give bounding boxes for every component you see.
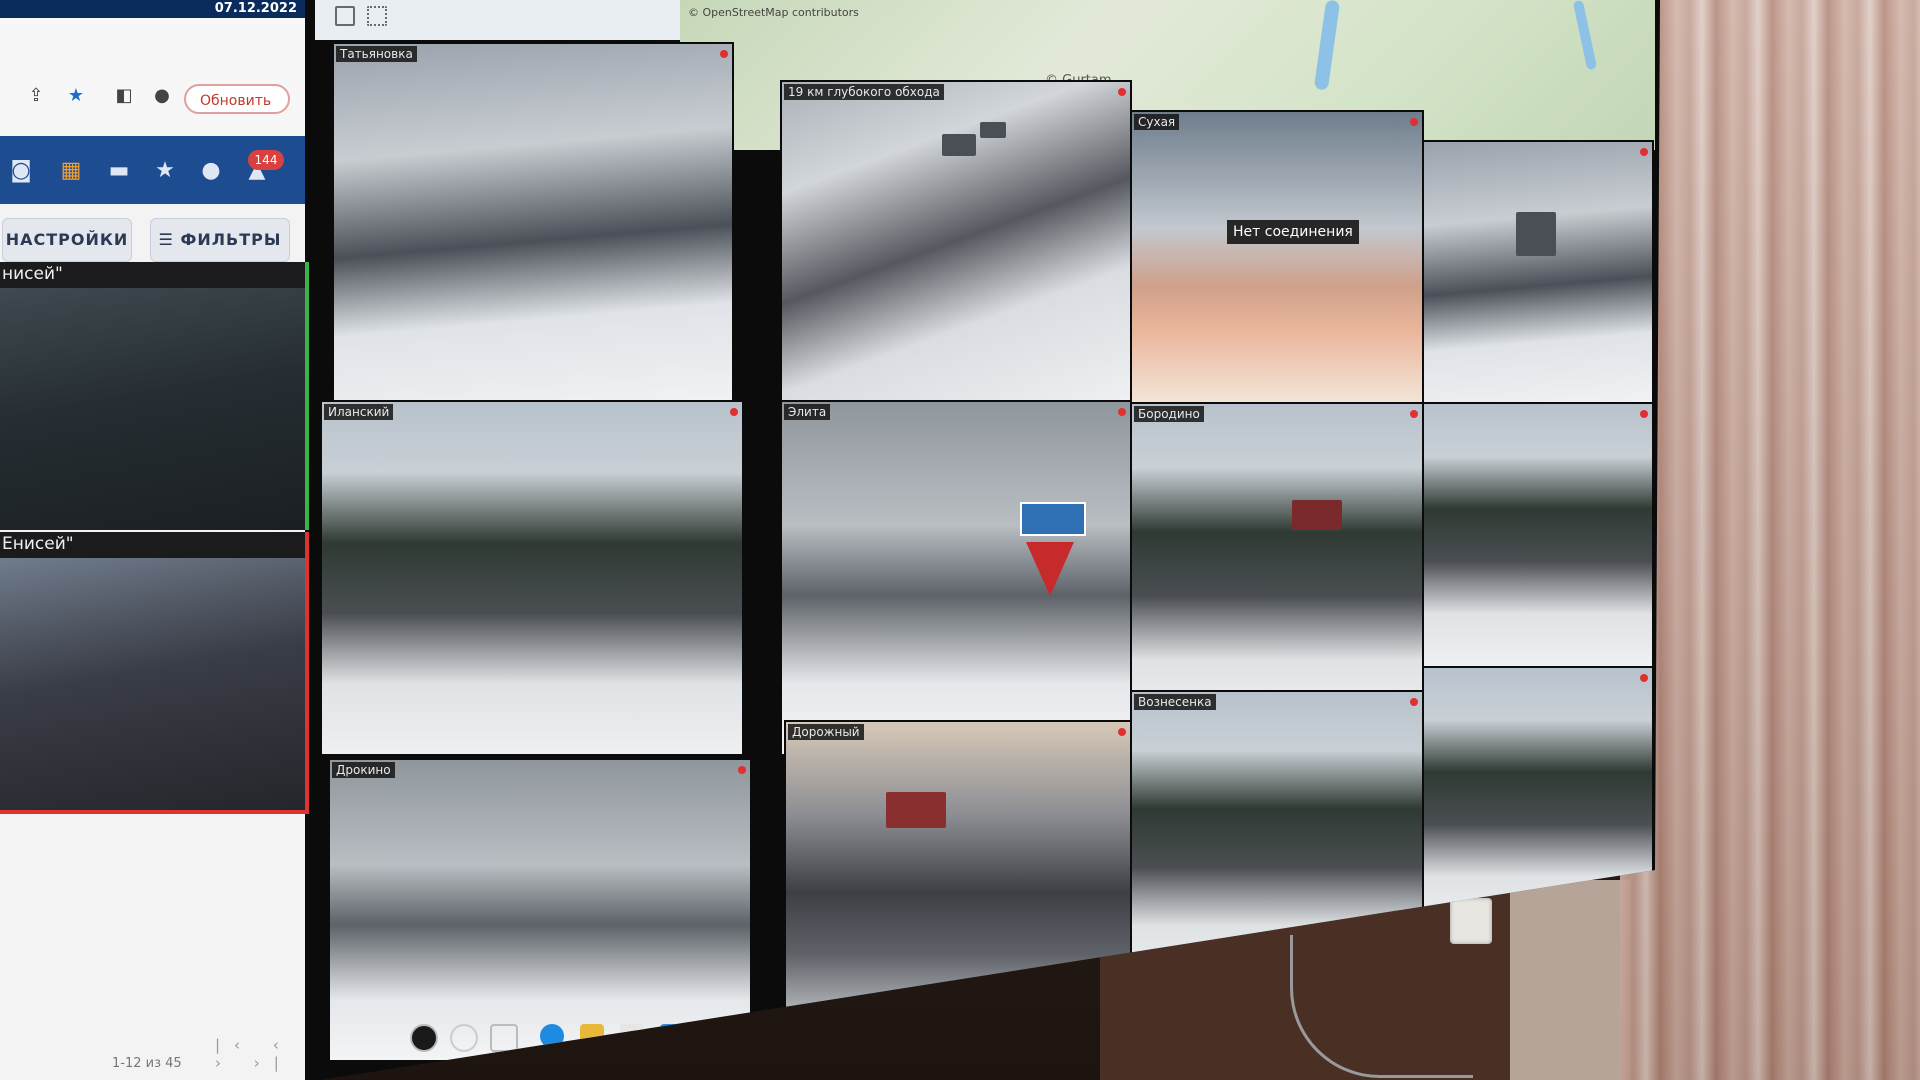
grid-icon[interactable]: ▦ bbox=[58, 158, 84, 184]
truck-icon[interactable]: ▬ bbox=[106, 158, 132, 184]
star-icon[interactable]: ★ bbox=[152, 158, 178, 184]
camera-tile[interactable]: Сухая Нет соединения bbox=[1130, 110, 1424, 404]
camera-label: Енисей" bbox=[2, 534, 74, 554]
camera-feed bbox=[0, 558, 305, 810]
user-icon[interactable]: ● bbox=[198, 158, 224, 184]
no-connection-label: Нет соединения bbox=[1227, 220, 1359, 244]
camera-label: Дрокино bbox=[332, 762, 395, 778]
recording-dot bbox=[1410, 410, 1418, 418]
camera-label: нисей" bbox=[2, 264, 63, 284]
map-attribution[interactable]: © OpenStreetMap contributors bbox=[688, 6, 859, 19]
camera-tile[interactable] bbox=[1422, 140, 1654, 404]
filters-label: ФИЛЬТРЫ bbox=[180, 230, 282, 249]
camera-icon[interactable]: ◙ bbox=[8, 158, 34, 184]
wall-trim bbox=[1510, 880, 1630, 1080]
recording-dot bbox=[1410, 698, 1418, 706]
sidebar-icon[interactable]: ◧ bbox=[114, 86, 134, 106]
date-label: 07.12.2022 bbox=[214, 1, 297, 16]
browser-bar: ⇪ ★ ◧ ● Обновить bbox=[0, 18, 305, 136]
recording-dot bbox=[730, 408, 738, 416]
camera-tile[interactable]: Бородино bbox=[1130, 402, 1424, 726]
camera-feed bbox=[0, 288, 305, 530]
truck-in-feed bbox=[980, 122, 1006, 138]
recording-dot bbox=[738, 766, 746, 774]
camera-tile[interactable]: 19 км глубокого обхода bbox=[780, 80, 1132, 402]
camera-tile[interactable]: Элита bbox=[780, 400, 1132, 756]
pager-arrows[interactable]: |‹ ‹ › ›| bbox=[215, 1036, 305, 1072]
tab-panel-icon[interactable] bbox=[335, 6, 355, 26]
task-view-icon[interactable] bbox=[490, 1024, 518, 1052]
pager-label: 1-12 из 45 bbox=[112, 1056, 182, 1071]
road-sign-yield bbox=[1026, 542, 1074, 596]
camera-label: 19 км глубокого обхода bbox=[784, 84, 944, 100]
share-icon[interactable]: ⇪ bbox=[26, 86, 46, 106]
recording-dot bbox=[1410, 118, 1418, 126]
recording-dot bbox=[1118, 408, 1126, 416]
filter-icon: ☰ bbox=[158, 230, 181, 249]
camera-label: Татьяновка bbox=[336, 46, 417, 62]
side-camera-tile[interactable]: нисей" bbox=[0, 262, 309, 530]
truck-in-feed bbox=[942, 134, 976, 156]
filters-button[interactable]: ☰ ФИЛЬТРЫ bbox=[150, 218, 290, 262]
truck-in-feed bbox=[1516, 212, 1556, 256]
camera-label: Элита bbox=[784, 404, 831, 420]
left-panel: 07.12.2022 ⇪ ★ ◧ ● Обновить ◙ ▦ ▬ ★ ● ▲ … bbox=[0, 0, 309, 1080]
star-icon[interactable]: ★ bbox=[66, 86, 86, 106]
recording-dot bbox=[1118, 728, 1126, 736]
apps-grid-icon[interactable] bbox=[367, 6, 387, 26]
notification-badge: 144 bbox=[248, 150, 284, 170]
search-icon[interactable] bbox=[410, 1024, 438, 1052]
update-button[interactable]: Обновить bbox=[184, 84, 290, 114]
cortana-icon[interactable] bbox=[450, 1024, 478, 1052]
camera-label: Дорожный bbox=[788, 724, 864, 740]
camera-label: Сухая bbox=[1134, 114, 1180, 130]
recording-dot bbox=[1640, 148, 1648, 156]
truck-in-feed bbox=[1292, 500, 1342, 530]
profile-icon[interactable]: ● bbox=[152, 86, 172, 106]
truck-in-feed bbox=[886, 792, 946, 828]
date-bar: 07.12.2022 bbox=[0, 0, 305, 18]
camera-tile[interactable] bbox=[1422, 402, 1654, 668]
camera-label-bar: нисей" bbox=[0, 262, 305, 288]
camera-label-bar: Енисей" bbox=[0, 532, 305, 558]
camera-tile[interactable]: Татьяновка bbox=[332, 42, 734, 402]
camera-label: Вознесенка bbox=[1134, 694, 1216, 710]
recording-dot bbox=[1118, 88, 1126, 96]
camera-tile[interactable]: Иланский bbox=[320, 400, 744, 756]
recording-dot bbox=[1640, 410, 1648, 418]
recording-dot bbox=[720, 50, 728, 58]
side-camera-tile[interactable]: Енисей" bbox=[0, 532, 309, 814]
camera-label: Бородино bbox=[1134, 406, 1204, 422]
camera-label: Иланский bbox=[324, 404, 394, 420]
settings-button[interactable]: НАСТРОЙКИ bbox=[2, 218, 132, 262]
nav-bar: ◙ ▦ ▬ ★ ● ▲ bbox=[0, 136, 305, 204]
recording-dot bbox=[1640, 674, 1648, 682]
road-sign-arrow bbox=[1020, 502, 1086, 536]
curtain bbox=[1620, 0, 1920, 1080]
